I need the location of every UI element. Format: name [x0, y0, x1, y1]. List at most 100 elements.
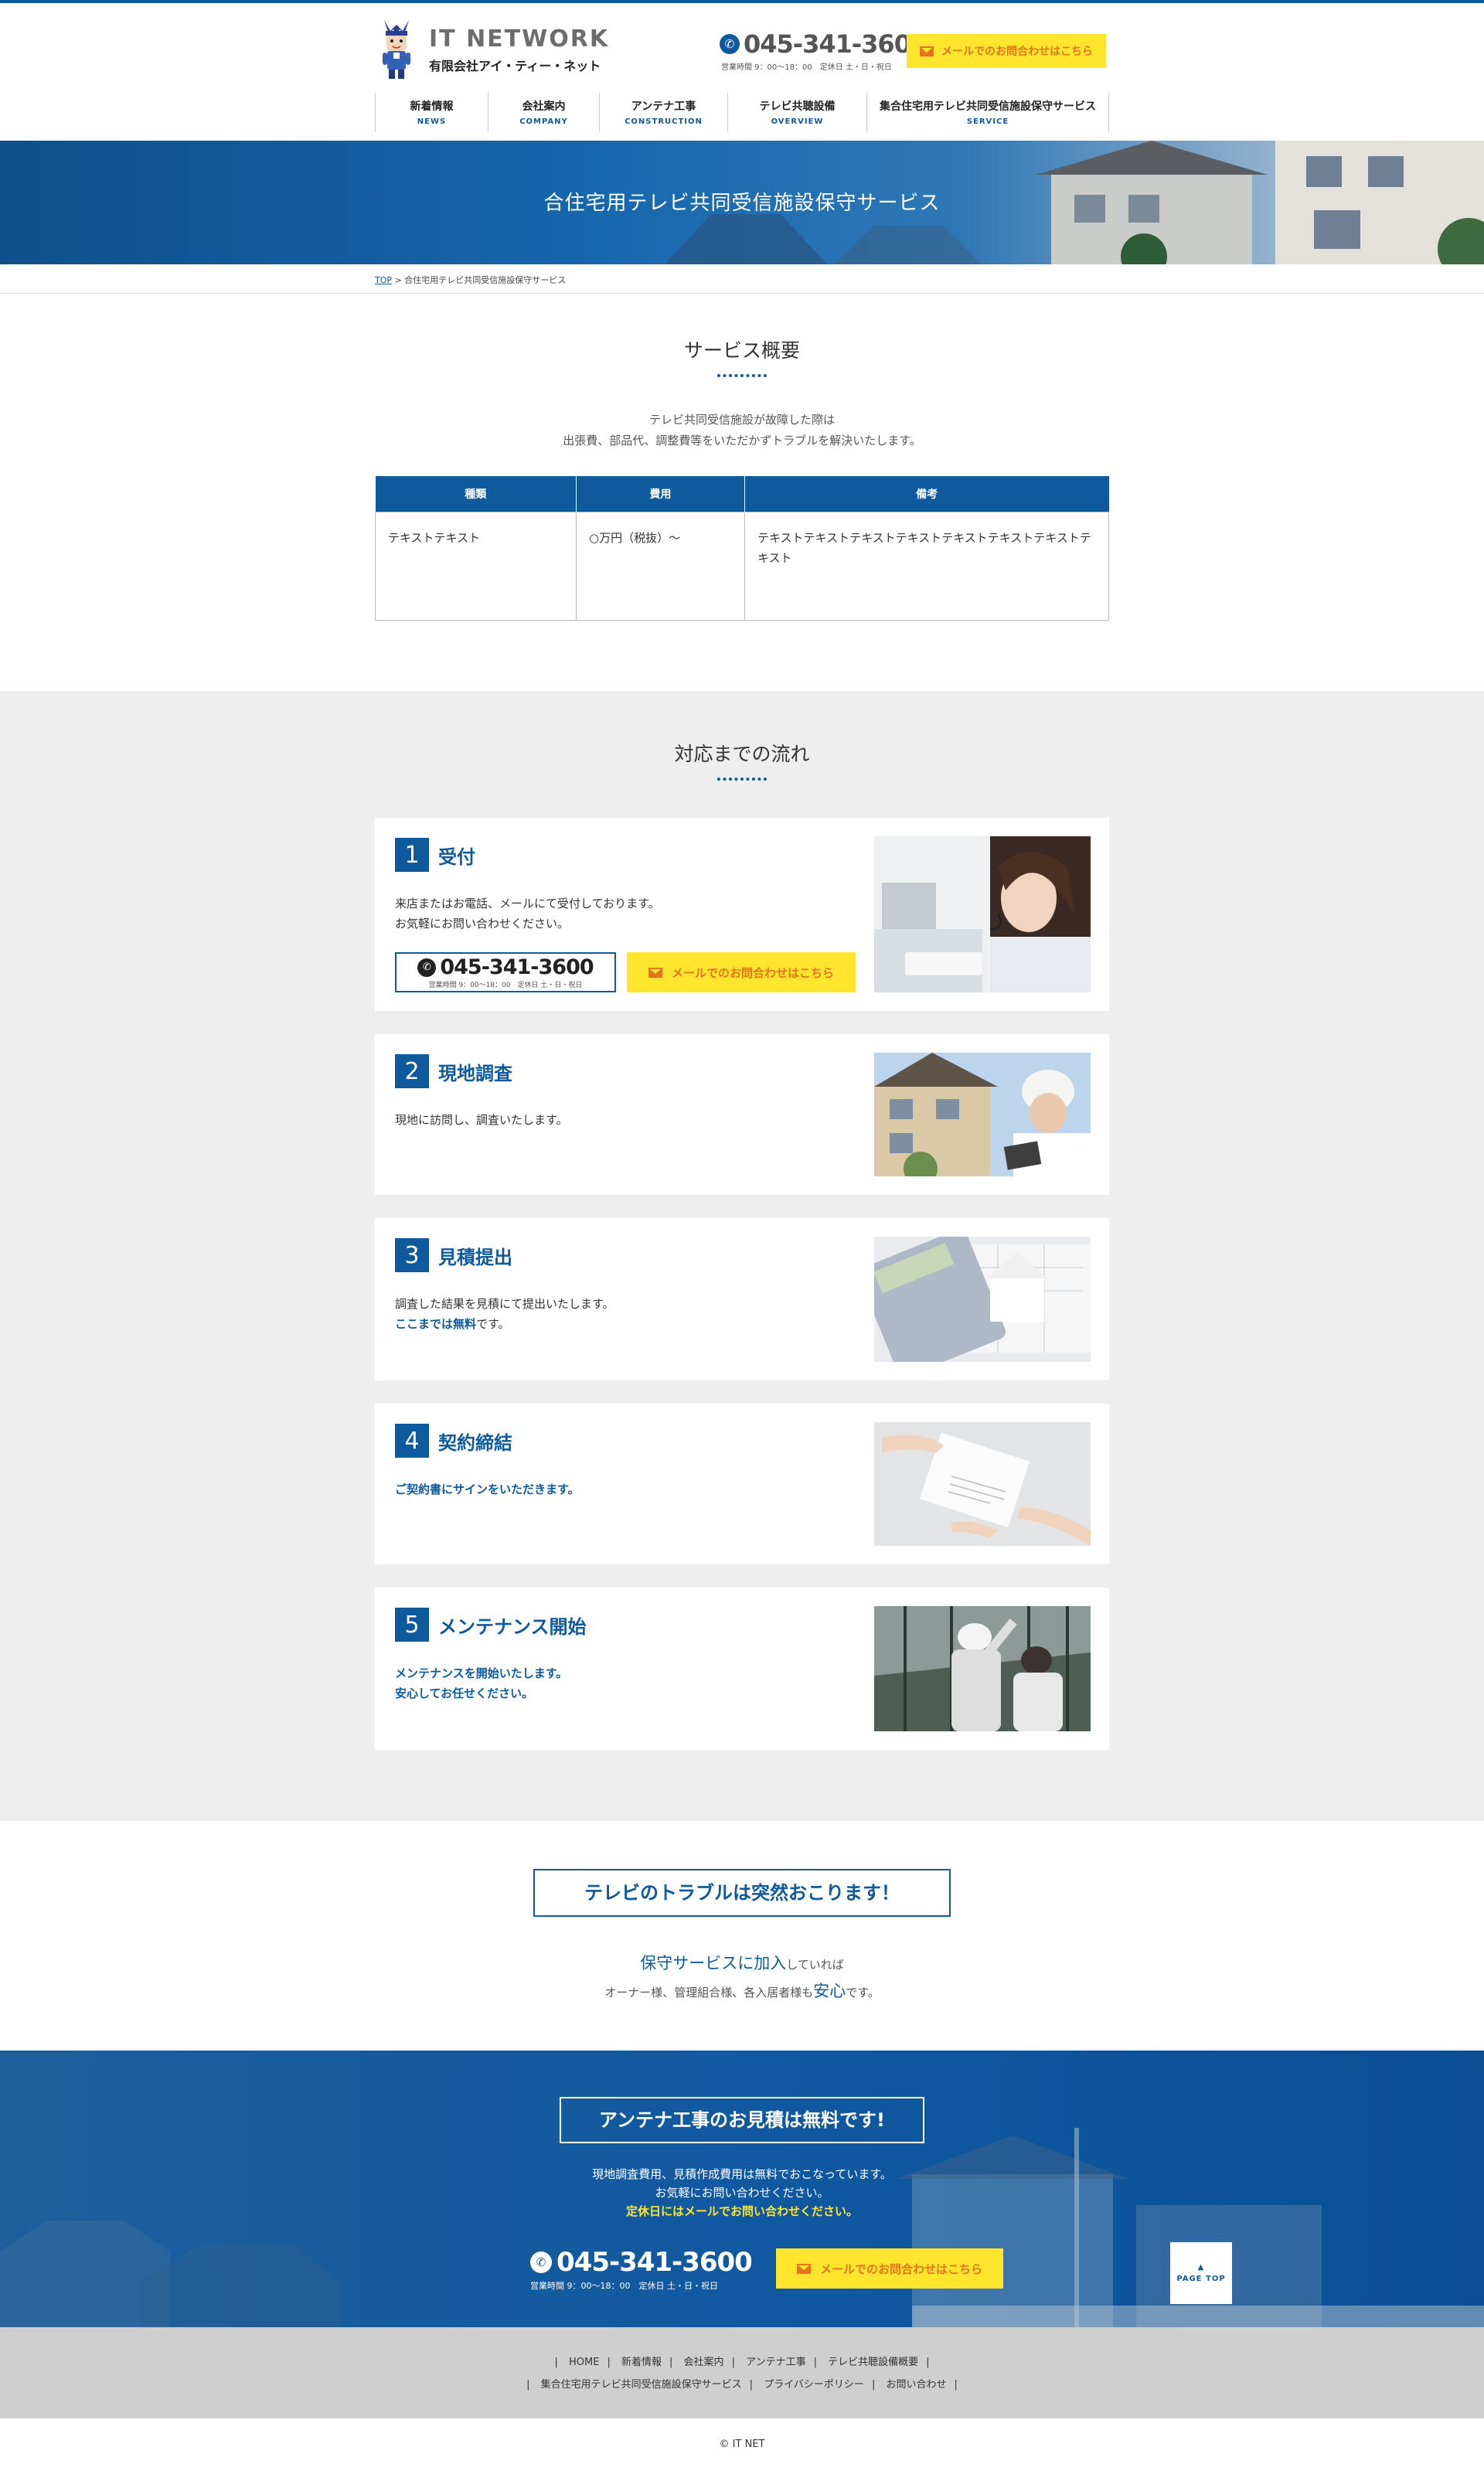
step-text: 現地に訪問し、調査いたします。 — [395, 1110, 568, 1130]
table-cell: ○万円（税抜）〜 — [576, 511, 745, 621]
table-header: 費用 — [576, 476, 745, 512]
header-tel[interactable]: ✆ 045-341-3600 営業時間 9：00〜18：00 定休日 土・日・祝… — [720, 29, 928, 72]
phone-icon: ✆ — [417, 958, 437, 977]
envelope-icon — [796, 2263, 811, 2274]
page-top-button[interactable]: ▲ PAGE TOP — [1170, 2242, 1232, 2304]
trouble-line-2: オーナー様、管理組合様、各入居者様も安心です。 — [0, 1979, 1484, 2002]
site-logo[interactable]: IT NETWORK 有限会社アイ・ティー・ネット — [380, 19, 609, 80]
lead-line: テレビ共同受信施設が故障した際は — [648, 413, 835, 427]
nav-label: 新着情報 — [410, 100, 454, 113]
cta-tel[interactable]: ✆ 045-341-3600 営業時間 9：00〜18：00 定休日 土・日・祝… — [530, 2247, 753, 2292]
flow-step-2: 2 現地調査 現地に訪問し、調査いたします。 — [375, 1034, 1109, 1195]
step-highlight: ご契約書にサインをいただきます。 — [395, 1482, 580, 1496]
footer-link-service[interactable]: 集合住宅用テレビ共同受信施設保守サービス — [541, 2379, 742, 2391]
breadcrumb-top-link[interactable]: TOP — [375, 275, 392, 285]
page-top-label: PAGE TOP — [1176, 2275, 1226, 2283]
footer-link-overview[interactable]: テレビ共聴設備概要 — [828, 2357, 918, 2368]
flow-section: 対応までの流れ 1 受付 来店またはお電話、メールにて受付しております。 お気軽… — [0, 691, 1484, 1821]
trouble-text: していれば — [786, 1958, 844, 1972]
step-highlight: 安心してお任せください。 — [395, 1686, 534, 1700]
footer-nav: | HOME | 新着情報 | 会社案内 | アンテナ工事 | テレビ共聴設備概要 | |… — [0, 2327, 1484, 2418]
table-cell: テキストテキスト — [375, 511, 577, 621]
nav-label: テレビ共聴設備 — [759, 100, 836, 113]
tel-number: 045-341-3600 — [556, 2247, 753, 2278]
business-hours: 営業時間 9：00〜18：00 定休日 土・日・祝日 — [721, 63, 892, 72]
service-table: 種類 費用 備考 テキストテキスト ○万円（税抜）〜 テキストテキストテキストテ… — [375, 476, 1109, 621]
logo-english: IT NETWORK — [429, 25, 610, 53]
step-title: 見積提出 — [438, 1246, 512, 1268]
mail-button-label: メールでのお問合わせはこちら — [941, 45, 1093, 57]
cta-highlight: 定休日にはメールでお問い合わせください。 — [625, 2204, 858, 2218]
trouble-emphasis: 保守サービスに加入 — [640, 1954, 787, 1972]
step-number: 4 — [395, 1424, 429, 1458]
cta-section: アンテナ工事のお見積は無料です! 現地調査費用、見積作成費用は無料でおこなってい… — [0, 2051, 1484, 2327]
step-text: 来店またはお電話、メールにて受付しております。 お気軽にお問い合わせください。 — [395, 893, 660, 934]
footer-link-privacy[interactable]: プライバシーポリシー — [764, 2379, 864, 2391]
table-header: 備考 — [744, 476, 1109, 512]
tel-number: 045-341-3600 — [744, 29, 928, 59]
footer-link-contact[interactable]: お問い合わせ — [886, 2379, 946, 2391]
tel-number: 045-341-3600 — [440, 955, 594, 979]
footer-link-construction[interactable]: アンテナ工事 — [746, 2357, 805, 2368]
step-highlight: ここまでは無料 — [395, 1317, 477, 1331]
step-title: メンテナンス開始 — [438, 1615, 587, 1638]
footer-link-home[interactable]: HOME — [569, 2357, 599, 2368]
breadcrumb-current: 合住宅用テレビ共同受信施設保守サービス — [404, 275, 567, 285]
site-header: IT NETWORK 有限会社アイ・ティー・ネット ✆ 045-341-3600… — [0, 3, 1484, 141]
cta-line: 現地調査費用、見積作成費用は無料でおこなっています。 — [592, 2167, 892, 2181]
nav-sublabel: SERVICE — [966, 117, 1009, 126]
trouble-heading: テレビのトラブルは突然おこります！ — [533, 1869, 951, 1917]
trouble-text: です。 — [846, 1986, 880, 2000]
step-title: 現地調査 — [438, 1062, 512, 1084]
phone-icon: ✆ — [720, 34, 740, 54]
arrow-up-icon: ▲ — [1197, 2263, 1205, 2272]
business-hours: 営業時間 9：00〜18：00 定休日 土・日・祝日 — [428, 982, 583, 989]
flow-step-5: 5 メンテナンス開始 メンテナンスを開始いたします。 安心してお任せください。 — [375, 1588, 1109, 1750]
footer-link-news[interactable]: 新着情報 — [621, 2357, 662, 2368]
step-number: 2 — [395, 1054, 429, 1088]
contract-photo — [874, 1422, 1091, 1546]
trouble-emphasis: 安心 — [813, 1982, 846, 2000]
breadcrumb: TOP > 合住宅用テレビ共同受信施設保守サービス — [0, 264, 1484, 294]
step-line: 来店またはお電話、メールにて受付しております。 — [395, 897, 660, 910]
flow-step-1: 1 受付 来店またはお電話、メールにて受付しております。 お気軽にお問い合わせく… — [375, 818, 1109, 1011]
table-header: 種類 — [375, 476, 577, 512]
trouble-text: オーナー様、管理組合様、各入居者様も — [604, 1986, 814, 2000]
nav-item-news[interactable]: 新着情報 NEWS — [375, 93, 488, 131]
mail-contact-button[interactable]: メールでのお問合わせはこちら — [907, 34, 1106, 68]
lead-line: 出張費、部品代、調整費等をいただかずトラブルを解決いたします。 — [563, 434, 921, 448]
mail-button-label: メールでのお問合わせはこちら — [819, 2262, 982, 2276]
nav-sublabel: COMPANY — [519, 117, 568, 126]
step-line: です。 — [476, 1317, 510, 1331]
step-number: 3 — [395, 1238, 429, 1272]
nav-sublabel: OVERVIEW — [771, 117, 824, 126]
nav-sublabel: NEWS — [417, 117, 447, 126]
cta-heading: アンテナ工事のお見積は無料です! — [560, 2097, 924, 2143]
nav-item-company[interactable]: 会社案内 COMPANY — [488, 93, 599, 131]
copyright: © IT NET — [719, 2439, 765, 2450]
step-number: 5 — [395, 1608, 429, 1642]
step-line: お気軽にお問い合わせください。 — [395, 917, 570, 931]
nav-label: 集合住宅用テレビ共同受信施設保守サービス — [880, 100, 1096, 113]
envelope-icon — [920, 46, 934, 56]
service-overview: サービス概要 テレビ共同受信施設が故障した際は 出張費、部品代、調整費等をいただ… — [0, 294, 1484, 691]
envelope-icon — [648, 967, 662, 978]
cta-line: お気軽にお問い合わせください。 — [655, 2186, 829, 2200]
table-cell: テキストテキストテキストテキストテキストテキストテキストテキスト — [744, 511, 1109, 621]
logo-japanese: 有限会社アイ・ティー・ネット — [429, 58, 601, 73]
footer-link-company[interactable]: 会社案内 — [684, 2357, 724, 2368]
overview-title: サービス概要 — [683, 339, 800, 362]
step-line: 現地に訪問し、調査いたします。 — [395, 1113, 568, 1127]
nav-item-construction[interactable]: アンテナ工事 CONSTRUCTION — [599, 93, 727, 131]
mail-button-label: メールでのお問合わせはこちら — [671, 966, 834, 980]
nav-item-overview[interactable]: テレビ共聴設備 OVERVIEW — [727, 93, 866, 131]
table-row: テキストテキスト ○万円（税抜）〜 テキストテキストテキストテキストテキストテキ… — [375, 511, 1109, 621]
calculator-photo — [874, 1237, 1091, 1362]
step-title: 契約締結 — [438, 1431, 512, 1454]
step-tel-button[interactable]: ✆ 045-341-3600 営業時間 9：00〜18：00 定休日 土・日・祝… — [395, 952, 616, 992]
step-mail-button[interactable]: メールでのお問合わせはこちら — [627, 952, 856, 992]
nav-item-service[interactable]: 集合住宅用テレビ共同受信施設保守サービス SERVICE — [866, 93, 1109, 131]
cta-mail-button[interactable]: メールでのお問合わせはこちら — [776, 2248, 1003, 2289]
step-text: メンテナンスを開始いたします。 安心してお任せください。 — [395, 1663, 567, 1703]
hero-banner: 合住宅用テレビ共同受信施設保守サービス — [0, 141, 1484, 264]
